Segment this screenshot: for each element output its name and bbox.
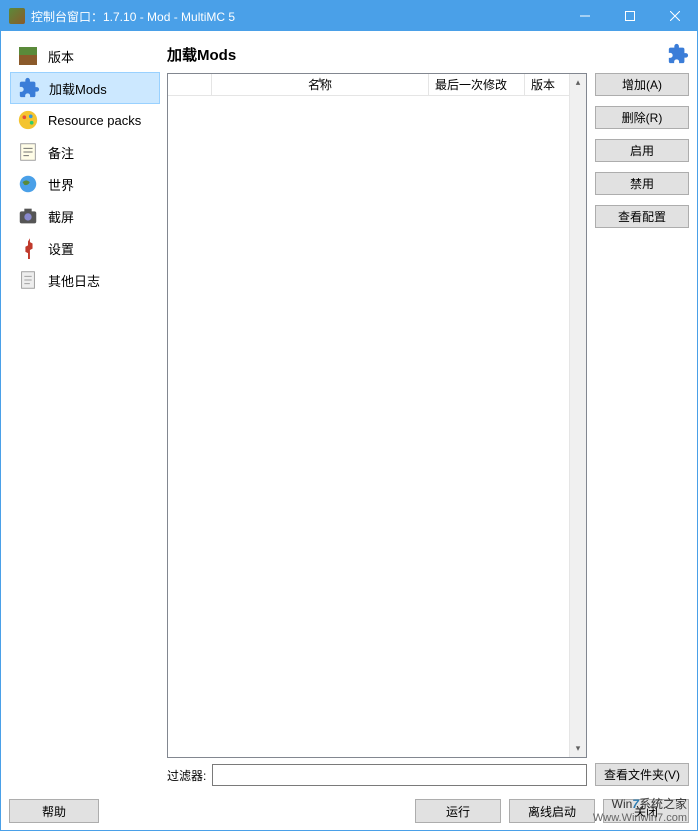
sidebar-item-label: 备注 <box>48 143 74 162</box>
main-body: ▲ 名称 最后一次修改 版本 ▴ ▾ <box>167 73 689 786</box>
sidebar-item-settings[interactable]: 设置 <box>10 232 160 264</box>
main-panel: 加载Mods ▲ 名称 最后一次修改 <box>167 39 689 786</box>
sidebar-item-label: 加载Mods <box>49 79 107 98</box>
maximize-button[interactable] <box>607 1 652 31</box>
sidebar-item-label: 版本 <box>48 47 74 66</box>
view-config-button[interactable]: 查看配置 <box>595 205 689 228</box>
column-version[interactable]: 版本 <box>525 74 569 95</box>
vertical-scrollbar[interactable]: ▴ ▾ <box>569 74 586 757</box>
sidebar-item-label: 截屏 <box>48 207 74 226</box>
table-inner[interactable]: ▲ 名称 最后一次修改 版本 <box>168 74 569 757</box>
sidebar-item-resource-packs[interactable]: Resource packs <box>10 104 160 136</box>
spacer <box>595 238 689 753</box>
sidebar-item-label: 世界 <box>48 175 74 194</box>
globe-icon <box>16 172 40 196</box>
column-modified[interactable]: 最后一次修改 <box>429 74 525 95</box>
column-label: 最后一次修改 <box>435 76 507 93</box>
close-footer-button[interactable]: 关闭 <box>603 799 689 823</box>
window-title: 控制台窗口：1.7.10 - Mod - MultiMC 5 <box>31 8 562 25</box>
camera-icon <box>16 204 40 228</box>
main-header: 加载Mods <box>167 39 689 69</box>
puzzle-icon <box>17 76 41 100</box>
title-bar[interactable]: 控制台窗口：1.7.10 - Mod - MultiMC 5 <box>1 1 697 31</box>
sidebar-item-version[interactable]: 版本 <box>10 40 160 72</box>
help-button[interactable]: 帮助 <box>9 799 99 823</box>
app-window: 控制台窗口：1.7.10 - Mod - MultiMC 5 版本 加载Mods… <box>0 0 698 831</box>
footer: 帮助 运行 离线启动 关闭 <box>1 792 697 830</box>
action-button-column: 增加(A) 删除(R) 启用 禁用 查看配置 查看文件夹(V) <box>595 73 689 786</box>
sidebar-item-label: Resource packs <box>48 113 141 128</box>
add-button[interactable]: 增加(A) <box>595 73 689 96</box>
sidebar-item-label: 设置 <box>48 239 74 258</box>
minimize-button[interactable] <box>562 1 607 31</box>
filter-row: 过滤器: <box>167 764 587 786</box>
view-folder-button[interactable]: 查看文件夹(V) <box>595 763 689 786</box>
remove-button[interactable]: 删除(R) <box>595 106 689 129</box>
client-area: 版本 加载Mods Resource packs 备注 世界 <box>1 31 697 792</box>
sidebar: 版本 加载Mods Resource packs 备注 世界 <box>9 39 161 786</box>
sort-asc-icon: ▲ <box>316 75 324 84</box>
grass-block-icon <box>16 44 40 68</box>
close-button[interactable] <box>652 1 697 31</box>
column-name[interactable]: ▲ 名称 <box>212 74 429 95</box>
app-icon <box>9 8 25 24</box>
page-title: 加载Mods <box>167 44 667 65</box>
sidebar-item-label: 其他日志 <box>48 271 100 290</box>
run-button[interactable]: 运行 <box>415 799 501 823</box>
scroll-down-icon[interactable]: ▾ <box>570 740 586 757</box>
wrench-icon <box>16 236 40 260</box>
table-header: ▲ 名称 最后一次修改 版本 <box>168 74 569 96</box>
mods-table: ▲ 名称 最后一次修改 版本 ▴ ▾ <box>167 73 587 758</box>
puzzle-header-icon <box>667 43 689 65</box>
sidebar-item-notes[interactable]: 备注 <box>10 136 160 168</box>
column-checkbox[interactable] <box>168 74 212 95</box>
content-column: ▲ 名称 最后一次修改 版本 ▴ ▾ <box>167 73 587 786</box>
column-label: 版本 <box>531 76 555 93</box>
offline-launch-button[interactable]: 离线启动 <box>509 799 595 823</box>
sidebar-item-screenshots[interactable]: 截屏 <box>10 200 160 232</box>
sidebar-item-mods[interactable]: 加载Mods <box>10 72 160 104</box>
disable-button[interactable]: 禁用 <box>595 172 689 195</box>
document-icon <box>16 268 40 292</box>
palette-icon <box>16 108 40 132</box>
sidebar-item-logs[interactable]: 其他日志 <box>10 264 160 296</box>
notes-icon <box>16 140 40 164</box>
enable-button[interactable]: 启用 <box>595 139 689 162</box>
sidebar-list: 版本 加载Mods Resource packs 备注 世界 <box>9 39 161 786</box>
sidebar-item-worlds[interactable]: 世界 <box>10 168 160 200</box>
filter-input[interactable] <box>212 764 587 786</box>
scroll-up-icon[interactable]: ▴ <box>570 74 586 91</box>
filter-label: 过滤器: <box>167 767 206 784</box>
